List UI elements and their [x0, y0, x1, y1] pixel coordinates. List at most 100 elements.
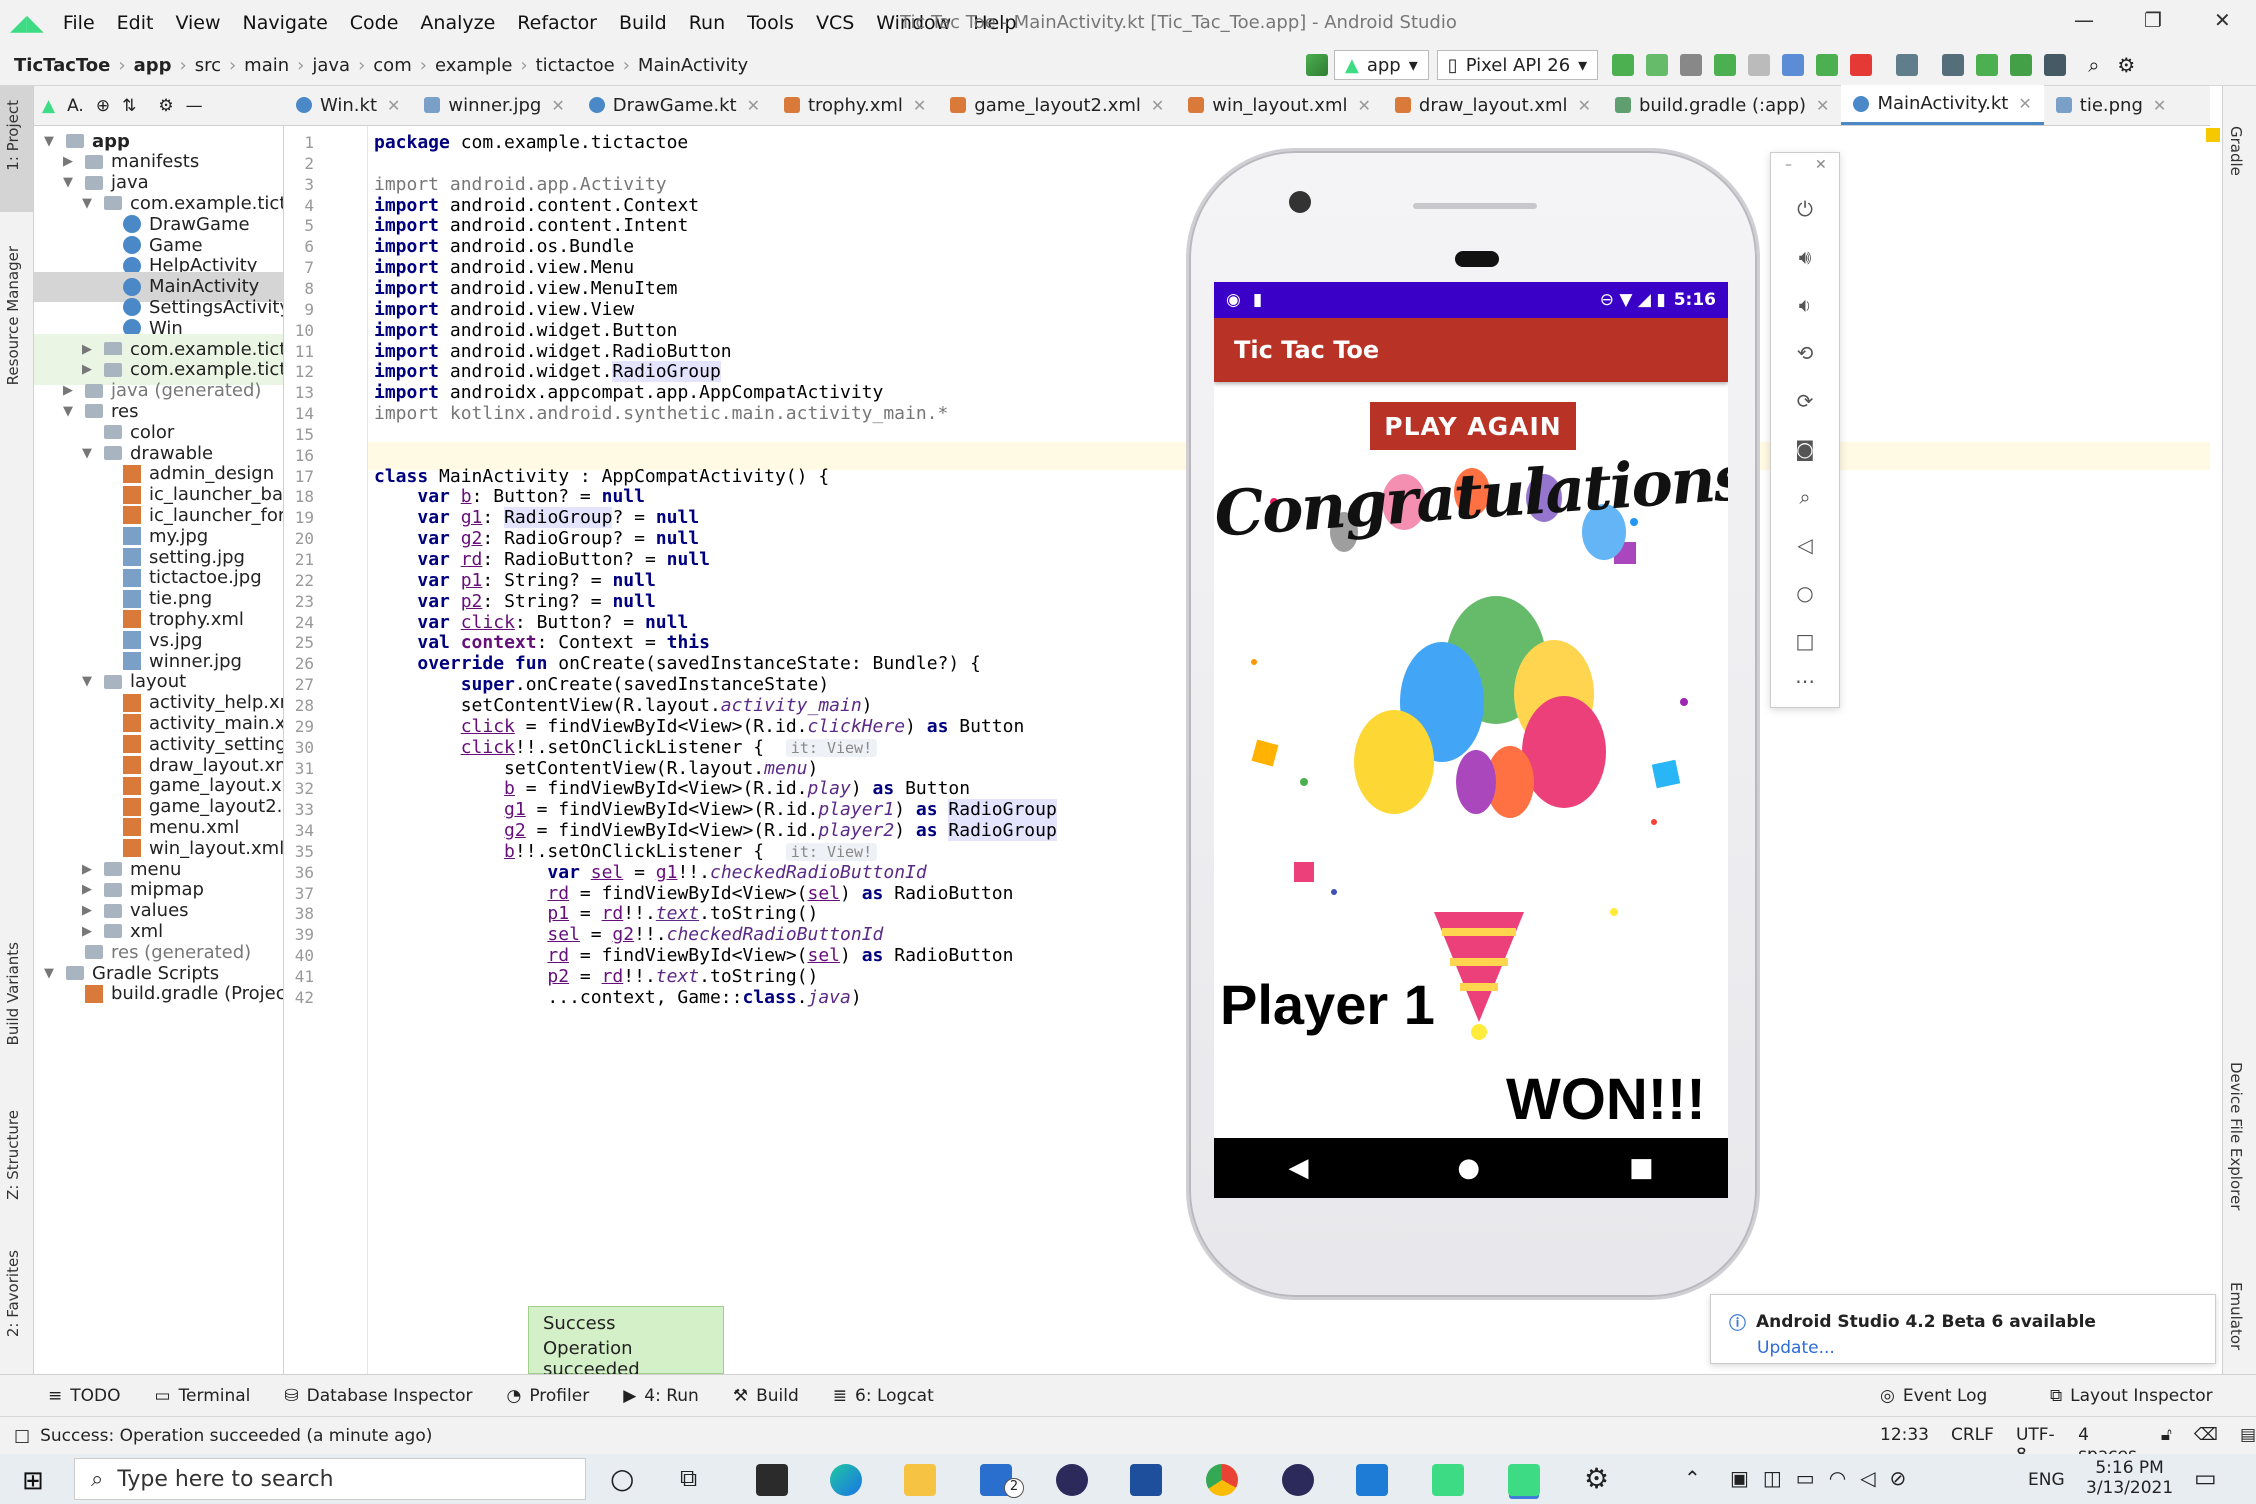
- recents-nav-icon[interactable]: ■: [1629, 1153, 1654, 1183]
- eclipse-2-icon[interactable]: [1282, 1464, 1314, 1496]
- breadcrumb-item[interactable]: com: [373, 55, 411, 76]
- chrome-icon[interactable]: [1206, 1464, 1238, 1496]
- resource-manager-tool-button[interactable]: Resource Manager: [4, 246, 22, 385]
- breadcrumb-item[interactable]: app: [134, 55, 172, 76]
- tab-trophy-xml[interactable]: trophy.xml ✕: [772, 85, 938, 125]
- tab-close-icon[interactable]: ✕: [551, 96, 564, 115]
- file-explorer-icon[interactable]: [904, 1464, 936, 1496]
- expand-arrow-icon[interactable]: ▼: [44, 966, 58, 981]
- camera-icon[interactable]: ◙: [1793, 437, 1817, 461]
- panel-close-icon[interactable]: ✕: [1815, 157, 1827, 173]
- expand-arrow-icon[interactable]: ▼: [82, 674, 96, 689]
- build-hammer-icon[interactable]: [1306, 54, 1328, 76]
- hide-icon[interactable]: —: [186, 96, 203, 116]
- close-icon[interactable]: ✕: [2214, 8, 2231, 32]
- tab-close-icon[interactable]: ✕: [1151, 96, 1164, 115]
- more-icon[interactable]: ⋯: [1793, 669, 1817, 693]
- collapse-icon[interactable]: ⇅: [122, 96, 136, 116]
- store-icon[interactable]: [756, 1464, 788, 1496]
- menu-item-code[interactable]: Code: [339, 12, 410, 34]
- layout-inspector-icon[interactable]: [2044, 54, 2067, 76]
- coverage-icon[interactable]: [1748, 54, 1771, 76]
- windows-start-icon[interactable]: ⊞: [22, 1466, 44, 1496]
- tab-close-icon[interactable]: ✕: [1578, 96, 1591, 115]
- structure-tool-button[interactable]: Z: Structure: [4, 1110, 22, 1200]
- home-icon[interactable]: ○: [1793, 581, 1817, 605]
- play-again-button[interactable]: PLAY AGAIN: [1370, 402, 1576, 450]
- tool-window-4-run[interactable]: ▶ 4: Run: [623, 1386, 699, 1406]
- menu-item-edit[interactable]: Edit: [106, 12, 165, 34]
- apply-code-icon[interactable]: [1680, 54, 1703, 76]
- device-manager-icon[interactable]: [2010, 54, 2033, 76]
- zoom-icon[interactable]: ⌕: [1793, 485, 1817, 509]
- expand-arrow-icon[interactable]: ▼: [44, 134, 58, 149]
- expand-arrow-icon[interactable]: ▼: [82, 446, 96, 461]
- tab-close-icon[interactable]: ✕: [387, 96, 400, 115]
- tab-mainactivity-kt[interactable]: MainActivity.kt ✕: [1841, 85, 2044, 125]
- home-nav-icon[interactable]: ●: [1457, 1153, 1480, 1183]
- build-variants-tool-button[interactable]: Build Variants: [4, 942, 22, 1045]
- photos-icon[interactable]: [1356, 1464, 1388, 1496]
- menu-item-analyze[interactable]: Analyze: [409, 12, 506, 34]
- cortana-icon[interactable]: ○: [610, 1462, 634, 1495]
- profile-icon[interactable]: [1782, 54, 1805, 76]
- inspection-warning-icon[interactable]: [2206, 128, 2220, 142]
- tool-window-terminal[interactable]: ▭ Terminal: [155, 1386, 251, 1406]
- breadcrumb-item[interactable]: tictactoe: [536, 55, 615, 76]
- menu-item-vcs[interactable]: VCS: [805, 12, 865, 34]
- minimize-icon[interactable]: —: [2074, 8, 2094, 32]
- rotate-left-icon[interactable]: ⟲: [1793, 341, 1817, 365]
- menu-item-view[interactable]: View: [164, 12, 231, 34]
- back-nav-icon[interactable]: ◀: [1288, 1153, 1308, 1183]
- language-indicator[interactable]: ENG: [2028, 1470, 2065, 1490]
- expand-arrow-icon[interactable]: ▼: [82, 196, 96, 211]
- avd-manager-icon[interactable]: [1942, 54, 1965, 76]
- settings-gear-icon[interactable]: ⚙: [158, 96, 173, 116]
- breadcrumb-item[interactable]: TicTacToe: [14, 55, 110, 76]
- expand-arrow-icon[interactable]: ▼: [63, 404, 77, 419]
- debug-icon[interactable]: [1714, 54, 1737, 76]
- tool-window-event-log[interactable]: ◎ Event Log: [1880, 1386, 1987, 1406]
- taskbar-search[interactable]: ⌕ Type here to search: [74, 1458, 586, 1500]
- menu-item-build[interactable]: Build: [608, 12, 678, 34]
- tab-win-layout-xml[interactable]: win_layout.xml ✕: [1176, 85, 1383, 125]
- notification-center-icon[interactable]: ▭: [2194, 1464, 2217, 1492]
- tab-tie-png[interactable]: tie.png ✕: [2044, 85, 2179, 125]
- project-tool-button[interactable]: 1: Project: [4, 100, 22, 171]
- android-studio-2-icon[interactable]: [1508, 1464, 1540, 1496]
- tool-window-6-logcat[interactable]: ≣ 6: Logcat: [833, 1386, 934, 1406]
- breadcrumb-item[interactable]: java: [312, 55, 350, 76]
- tab-close-icon[interactable]: ✕: [913, 96, 926, 115]
- task-view-icon[interactable]: ⧉: [680, 1464, 697, 1492]
- tab-win-kt[interactable]: Win.kt ✕: [284, 85, 412, 125]
- sdk-manager-icon[interactable]: [1976, 54, 1999, 76]
- eclipse-icon[interactable]: [1056, 1464, 1088, 1496]
- edge-icon[interactable]: [830, 1464, 862, 1496]
- word-icon[interactable]: [1130, 1464, 1162, 1496]
- sync-icon[interactable]: [1896, 54, 1919, 76]
- device-select[interactable]: ▯ Pixel API 26 ▾: [1436, 50, 1599, 80]
- volume-up-icon[interactable]: 🔊︎: [1793, 245, 1817, 269]
- menu-item-run[interactable]: Run: [678, 12, 736, 34]
- panel-minimize-icon[interactable]: –: [1785, 157, 1792, 173]
- tray-icons[interactable]: ▣◫▭◠◁⊘: [1730, 1466, 1920, 1490]
- emulator-screen[interactable]: ◉ ▮ ⊖ ▼ ◢ ▮ 5:16 Tic Tac Toe PLAY AGAIN: [1214, 282, 1728, 1198]
- tool-window-build[interactable]: ⚒ Build: [733, 1386, 799, 1406]
- volume-down-icon[interactable]: 🔉︎: [1793, 293, 1817, 317]
- attach-debugger-icon[interactable]: [1816, 54, 1839, 76]
- rotate-right-icon[interactable]: ⟳: [1793, 389, 1817, 413]
- settings-app-icon[interactable]: ⚙: [1584, 1462, 1609, 1495]
- stop-icon[interactable]: [1850, 54, 1873, 76]
- tab-close-icon[interactable]: ✕: [2018, 94, 2031, 113]
- breadcrumb-item[interactable]: main: [244, 55, 289, 76]
- settings-icon[interactable]: ⚙: [2117, 53, 2135, 77]
- tab-build-gradle-app-[interactable]: build.gradle (:app) ✕: [1603, 85, 1841, 125]
- device-file-explorer-tool-button[interactable]: Device File Explorer: [2227, 1062, 2245, 1210]
- run-config-select[interactable]: ▲ app ▾: [1334, 50, 1429, 80]
- tab-drawgame-kt[interactable]: DrawGame.kt ✕: [577, 85, 772, 125]
- emulator-tool-button[interactable]: Emulator: [2227, 1282, 2245, 1350]
- rerun-icon[interactable]: [1612, 54, 1635, 76]
- gradle-tool-button[interactable]: Gradle: [2227, 126, 2245, 176]
- tab-close-icon[interactable]: ✕: [1358, 96, 1371, 115]
- project-view-select[interactable]: A.: [67, 96, 84, 116]
